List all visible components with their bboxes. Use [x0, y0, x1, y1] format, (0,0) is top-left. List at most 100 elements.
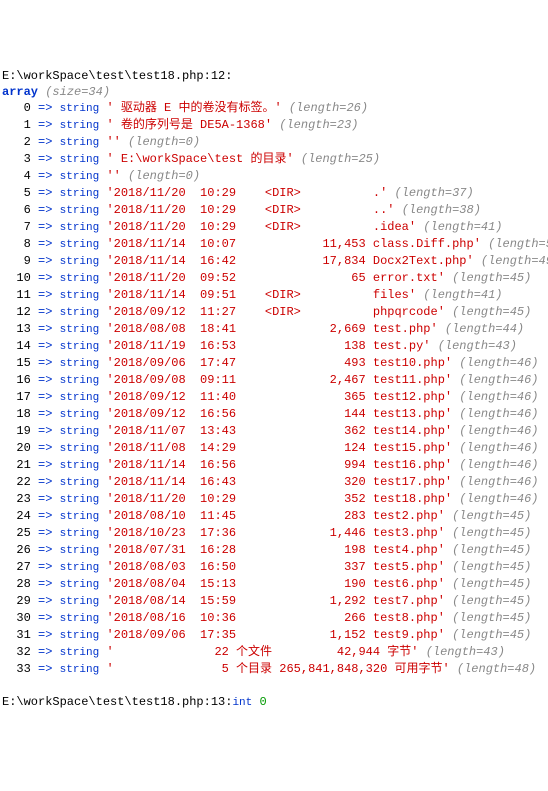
length-info: (length=45) — [452, 543, 531, 557]
length-info: (length=37) — [395, 186, 474, 200]
type-label: string — [60, 543, 100, 557]
type-label: string — [60, 169, 100, 183]
int-type: int — [232, 695, 252, 709]
string-value: '2018/08/14 15:59 1,292 test7.php' — [106, 594, 444, 608]
length-info: (length=38) — [402, 203, 481, 217]
length-info: (length=0) — [128, 169, 200, 183]
string-value: '2018/11/20 10:29 <DIR> ..' — [106, 203, 394, 217]
string-value: '2018/11/14 16:43 320 test17.php' — [106, 475, 452, 489]
string-value: '2018/11/14 16:56 994 test16.php' — [106, 458, 452, 472]
string-value: '2018/11/08 14:29 124 test15.php' — [106, 441, 452, 455]
string-value: '2018/09/12 11:40 365 test12.php' — [106, 390, 452, 404]
string-value: ' 22 个文件 42,944 字节' — [106, 645, 418, 659]
string-value: '2018/09/06 17:47 493 test10.php' — [106, 356, 452, 370]
length-info: (length=46) — [459, 407, 538, 421]
length-info: (length=45) — [452, 594, 531, 608]
type-label: string — [60, 203, 100, 217]
string-value: '2018/11/07 13:43 362 test14.php' — [106, 424, 452, 438]
length-info: (length=45) — [452, 628, 531, 642]
string-value: '2018/08/10 11:45 283 test2.php' — [106, 509, 444, 523]
length-info: (length=45) — [452, 560, 531, 574]
type-label: string — [60, 424, 100, 438]
string-value: '2018/11/20 10:29 <DIR> .' — [106, 186, 387, 200]
type-label: string — [60, 271, 100, 285]
length-info: (length=41) — [423, 288, 502, 302]
type-label: string — [60, 441, 100, 455]
type-label: string — [60, 662, 100, 676]
type-label: string — [60, 152, 100, 166]
length-info: (length=25) — [301, 152, 380, 166]
length-info: (length=45) — [452, 271, 531, 285]
string-value: '2018/10/23 17:36 1,446 test3.php' — [106, 526, 444, 540]
length-info: (length=48) — [457, 662, 536, 676]
type-label: string — [60, 611, 100, 625]
type-label: string — [60, 373, 100, 387]
length-info: (length=43) — [426, 645, 505, 659]
length-info: (length=43) — [438, 339, 517, 353]
length-info: (length=46) — [459, 441, 538, 455]
string-value: '2018/11/20 10:29 <DIR> .idea' — [106, 220, 416, 234]
type-label: string — [60, 322, 100, 336]
length-info: (length=26) — [289, 101, 368, 115]
string-value: '2018/11/19 16:53 138 test.py' — [106, 339, 430, 353]
file-header: E:\workSpace\test\test18.php:12: — [2, 69, 232, 83]
length-info: (length=44) — [445, 322, 524, 336]
string-value: '2018/07/31 16:28 198 test4.php' — [106, 543, 444, 557]
type-label: string — [60, 220, 100, 234]
length-info: (length=45) — [452, 509, 531, 523]
string-value: '' — [106, 169, 120, 183]
type-label: string — [60, 254, 100, 268]
type-label: string — [60, 237, 100, 251]
length-info: (length=46) — [459, 373, 538, 387]
type-label: string — [60, 390, 100, 404]
array-size: (size=34) — [45, 85, 110, 99]
type-label: string — [60, 645, 100, 659]
string-value: '2018/11/14 16:42 17,834 Docx2Text.php' — [106, 254, 473, 268]
type-label: string — [60, 526, 100, 540]
length-info: (length=45) — [452, 611, 531, 625]
type-label: string — [60, 628, 100, 642]
string-value: ' 5 个目录 265,841,848,320 可用字节' — [106, 662, 449, 676]
string-value: '2018/09/12 16:56 144 test13.php' — [106, 407, 452, 421]
length-info: (length=41) — [423, 220, 502, 234]
string-value: '2018/09/12 11:27 <DIR> phpqrcode' — [106, 305, 444, 319]
string-value: ' 卷的序列号是 DE5A-1368' — [106, 118, 272, 132]
xdebug-dump: E:\workSpace\test\test18.php:12: array (… — [2, 68, 546, 711]
type-label: string — [60, 101, 100, 115]
length-info: (length=46) — [459, 458, 538, 472]
length-info: (length=23) — [279, 118, 358, 132]
string-value: '2018/11/20 10:29 352 test18.php' — [106, 492, 452, 506]
string-value: '2018/11/14 10:07 11,453 class.Diff.php' — [106, 237, 480, 251]
string-value: '2018/09/08 09:11 2,467 test11.php' — [106, 373, 452, 387]
string-value: '2018/08/16 10:36 266 test8.php' — [106, 611, 444, 625]
length-info: (length=46) — [459, 492, 538, 506]
string-value: '2018/11/14 09:51 <DIR> files' — [106, 288, 416, 302]
string-value: '2018/08/03 16:50 337 test5.php' — [106, 560, 444, 574]
length-info: (length=49) — [481, 254, 548, 268]
string-value: '2018/11/20 09:52 65 error.txt' — [106, 271, 444, 285]
type-label: string — [60, 509, 100, 523]
type-label: string — [60, 356, 100, 370]
string-value: '2018/08/08 18:41 2,669 test.php' — [106, 322, 437, 336]
string-value: ' 驱动器 E 中的卷没有标签。' — [106, 101, 281, 115]
type-label: string — [60, 560, 100, 574]
length-info: (length=46) — [459, 475, 538, 489]
length-info: (length=45) — [452, 305, 531, 319]
string-value: '' — [106, 135, 120, 149]
length-info: (length=45) — [452, 526, 531, 540]
type-label: string — [60, 594, 100, 608]
length-info: (length=46) — [459, 390, 538, 404]
type-label: string — [60, 407, 100, 421]
length-info: (length=46) — [459, 356, 538, 370]
type-label: string — [60, 135, 100, 149]
type-label: string — [60, 492, 100, 506]
type-label: string — [60, 458, 100, 472]
array-keyword: array — [2, 85, 38, 99]
type-label: string — [60, 475, 100, 489]
type-label: string — [60, 288, 100, 302]
int-value: 0 — [259, 695, 266, 709]
length-info: (length=0) — [128, 135, 200, 149]
type-label: string — [60, 186, 100, 200]
type-label: string — [60, 118, 100, 132]
string-value: ' E:\workSpace\test 的目录' — [106, 152, 293, 166]
